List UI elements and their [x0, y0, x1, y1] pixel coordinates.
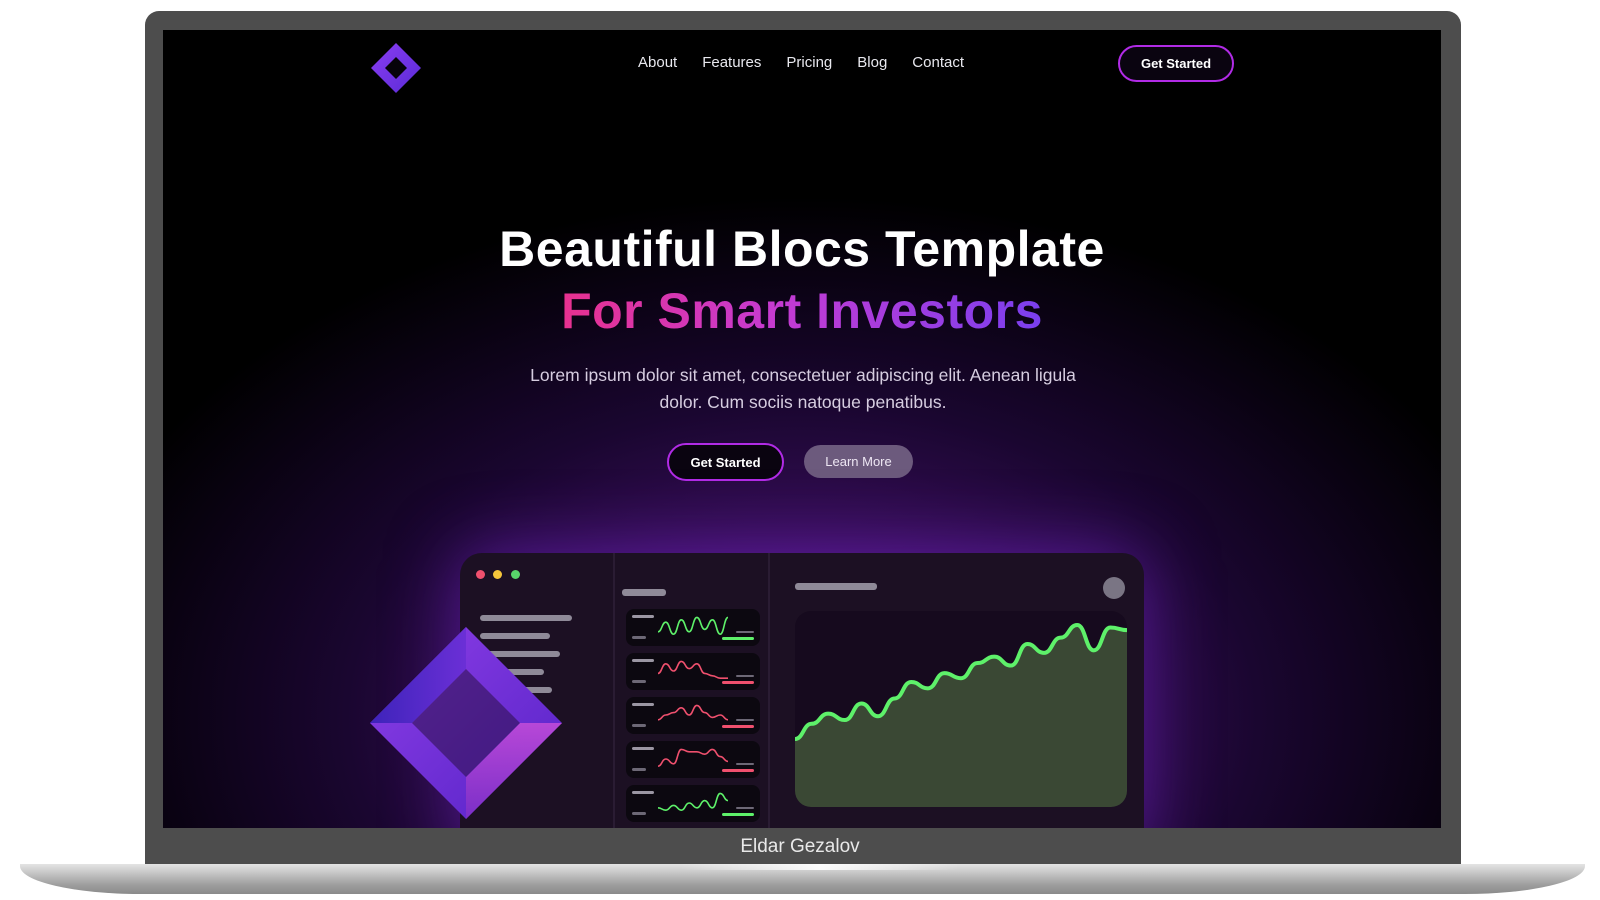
watchlist-heading-bar	[622, 589, 666, 596]
sparkline	[657, 704, 729, 721]
main-chart-panel	[795, 611, 1127, 807]
learn-more-button[interactable]: Learn More	[804, 445, 913, 478]
mini-sub-bar	[632, 680, 646, 683]
laptop-notch	[680, 864, 960, 870]
mini-value-bar	[736, 807, 754, 809]
hero-subtitle-text: For Smart Investors	[561, 283, 1043, 339]
mini-chart	[632, 703, 754, 728]
mini-label-bar	[632, 615, 654, 618]
mini-value-bar	[736, 675, 754, 677]
laptop-label: Eldar Gezalov	[740, 836, 860, 857]
main-chart-heading-bar	[795, 583, 877, 590]
mini-change-bar	[722, 681, 754, 684]
mini-chart-card[interactable]	[626, 741, 760, 778]
diamond-logo-icon[interactable]	[368, 40, 424, 96]
mini-sub-bar	[632, 636, 646, 639]
nav-link-features[interactable]: Features	[702, 54, 761, 71]
hero-get-started-button[interactable]: Get Started	[667, 443, 784, 481]
sparkline	[657, 616, 729, 636]
nav-link-blog[interactable]: Blog	[857, 54, 887, 71]
mini-chart	[632, 791, 754, 816]
nav-link-pricing[interactable]: Pricing	[786, 54, 832, 71]
mini-chart-card[interactable]	[626, 785, 760, 822]
diamond-decoration-icon	[370, 627, 562, 819]
mini-sub-bar	[632, 724, 646, 727]
mini-change-bar	[722, 813, 754, 816]
mini-chart	[632, 747, 754, 772]
laptop-base	[20, 864, 1585, 894]
sidebar-line	[480, 615, 572, 621]
chart-area	[795, 625, 1127, 807]
mini-change-bar	[722, 637, 754, 640]
main-nav: About Features Pricing Blog Contact	[638, 54, 964, 71]
sparkline	[657, 748, 729, 767]
nav-link-about[interactable]: About	[638, 54, 677, 71]
avatar[interactable]	[1103, 577, 1125, 599]
mini-value-bar	[736, 763, 754, 765]
hero-description: Lorem ipsum dolor sit amet, consectetuer…	[530, 365, 1076, 412]
mini-chart-card[interactable]	[626, 653, 760, 690]
mini-sub-bar	[632, 768, 646, 771]
mini-change-bar	[722, 725, 754, 728]
mini-chart	[632, 659, 754, 684]
sparkline	[657, 792, 729, 812]
mini-sub-bar	[632, 812, 646, 815]
hero-title: Beautiful Blocs Template	[499, 221, 1105, 277]
mini-label-bar	[632, 747, 654, 750]
dashboard-watchlist	[613, 553, 770, 828]
mini-value-bar	[736, 631, 754, 633]
nav-link-contact[interactable]: Contact	[912, 54, 964, 71]
sparkline	[657, 660, 728, 679]
mini-label-bar	[632, 791, 654, 794]
nav-get-started-button[interactable]: Get Started	[1118, 45, 1234, 82]
browser-viewport: About Features Pricing Blog Contact Get …	[163, 30, 1441, 828]
mini-chart-card[interactable]	[626, 609, 760, 646]
hero-subtitle: For Smart Investors	[163, 282, 1441, 340]
mini-value-bar	[736, 719, 754, 721]
mini-label-bar	[632, 659, 654, 662]
mini-chart-card[interactable]	[626, 697, 760, 734]
main-chart	[795, 623, 1127, 807]
mini-label-bar	[632, 703, 654, 706]
mini-change-bar	[722, 769, 754, 772]
mini-chart	[632, 615, 754, 640]
